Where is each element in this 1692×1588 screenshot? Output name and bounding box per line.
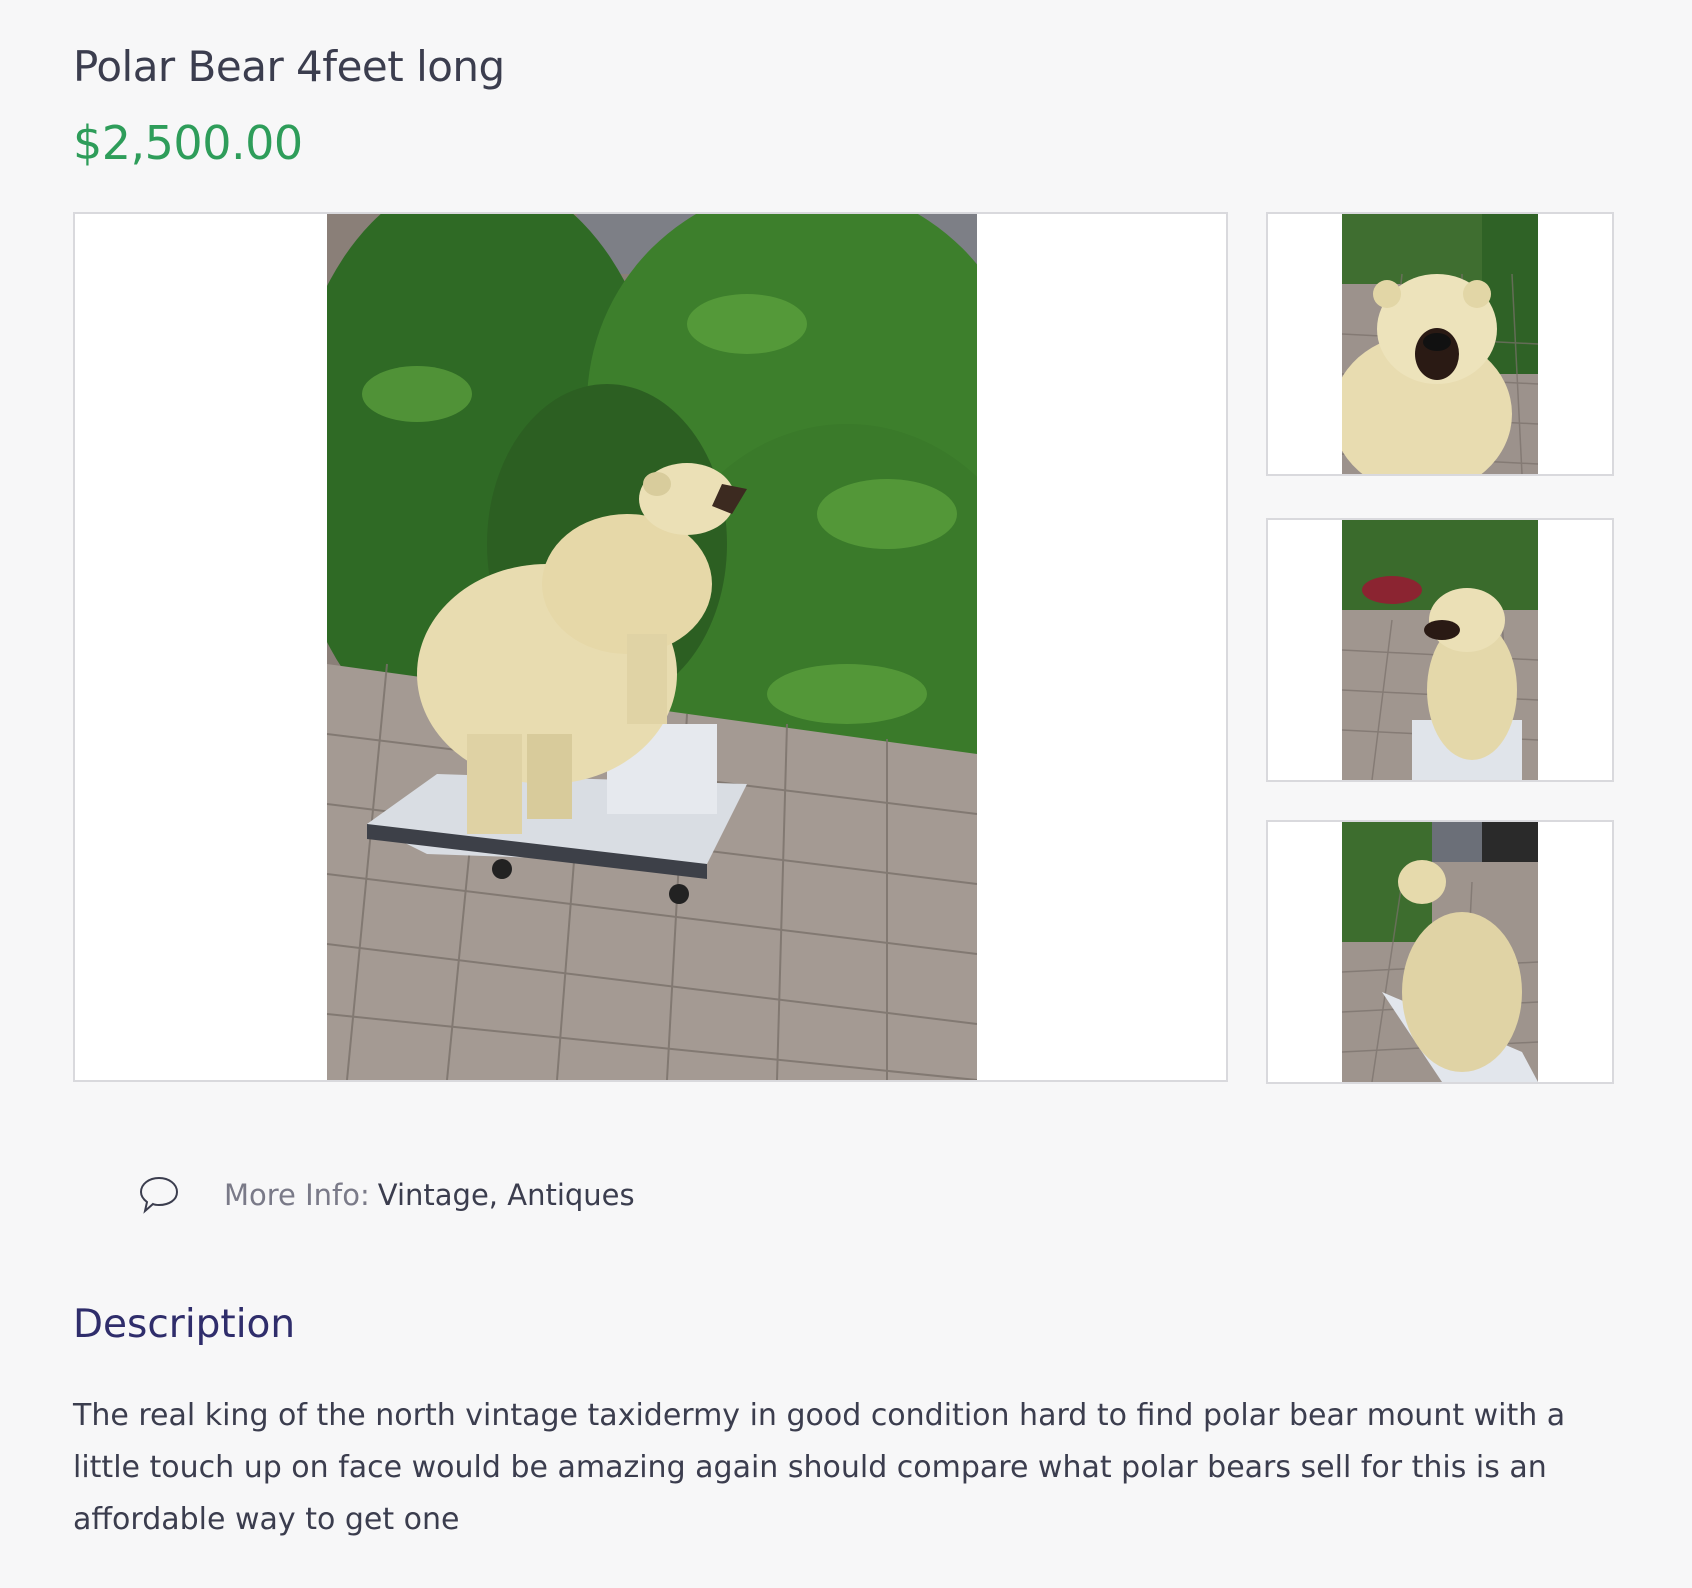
listing-title: Polar Bear 4feet long	[73, 42, 505, 91]
more-info-value: Vintage, Antiques	[377, 1178, 635, 1212]
listing-page: Polar Bear 4feet long $2,500.00 More Inf…	[0, 0, 1692, 1588]
more-info-label: More Info:	[224, 1178, 370, 1212]
thumbnail-3[interactable]	[1266, 820, 1614, 1084]
listing-price: $2,500.00	[73, 116, 303, 170]
thumbnail-2[interactable]	[1266, 518, 1614, 782]
thumbnail-1-image	[1342, 214, 1538, 474]
description-text: The real king of the north vintage taxid…	[73, 1398, 1566, 1537]
speech-bubble-icon	[139, 1176, 179, 1214]
thumbnail-3-image	[1342, 822, 1538, 1082]
description-heading: Description	[73, 1302, 296, 1347]
more-info-row: More Info: Vintage, Antiques	[136, 1170, 635, 1220]
main-photo-image	[327, 214, 977, 1080]
thumbnail-1[interactable]	[1266, 212, 1614, 476]
thumbnail-2-image	[1342, 520, 1538, 780]
main-photo[interactable]	[73, 212, 1228, 1082]
